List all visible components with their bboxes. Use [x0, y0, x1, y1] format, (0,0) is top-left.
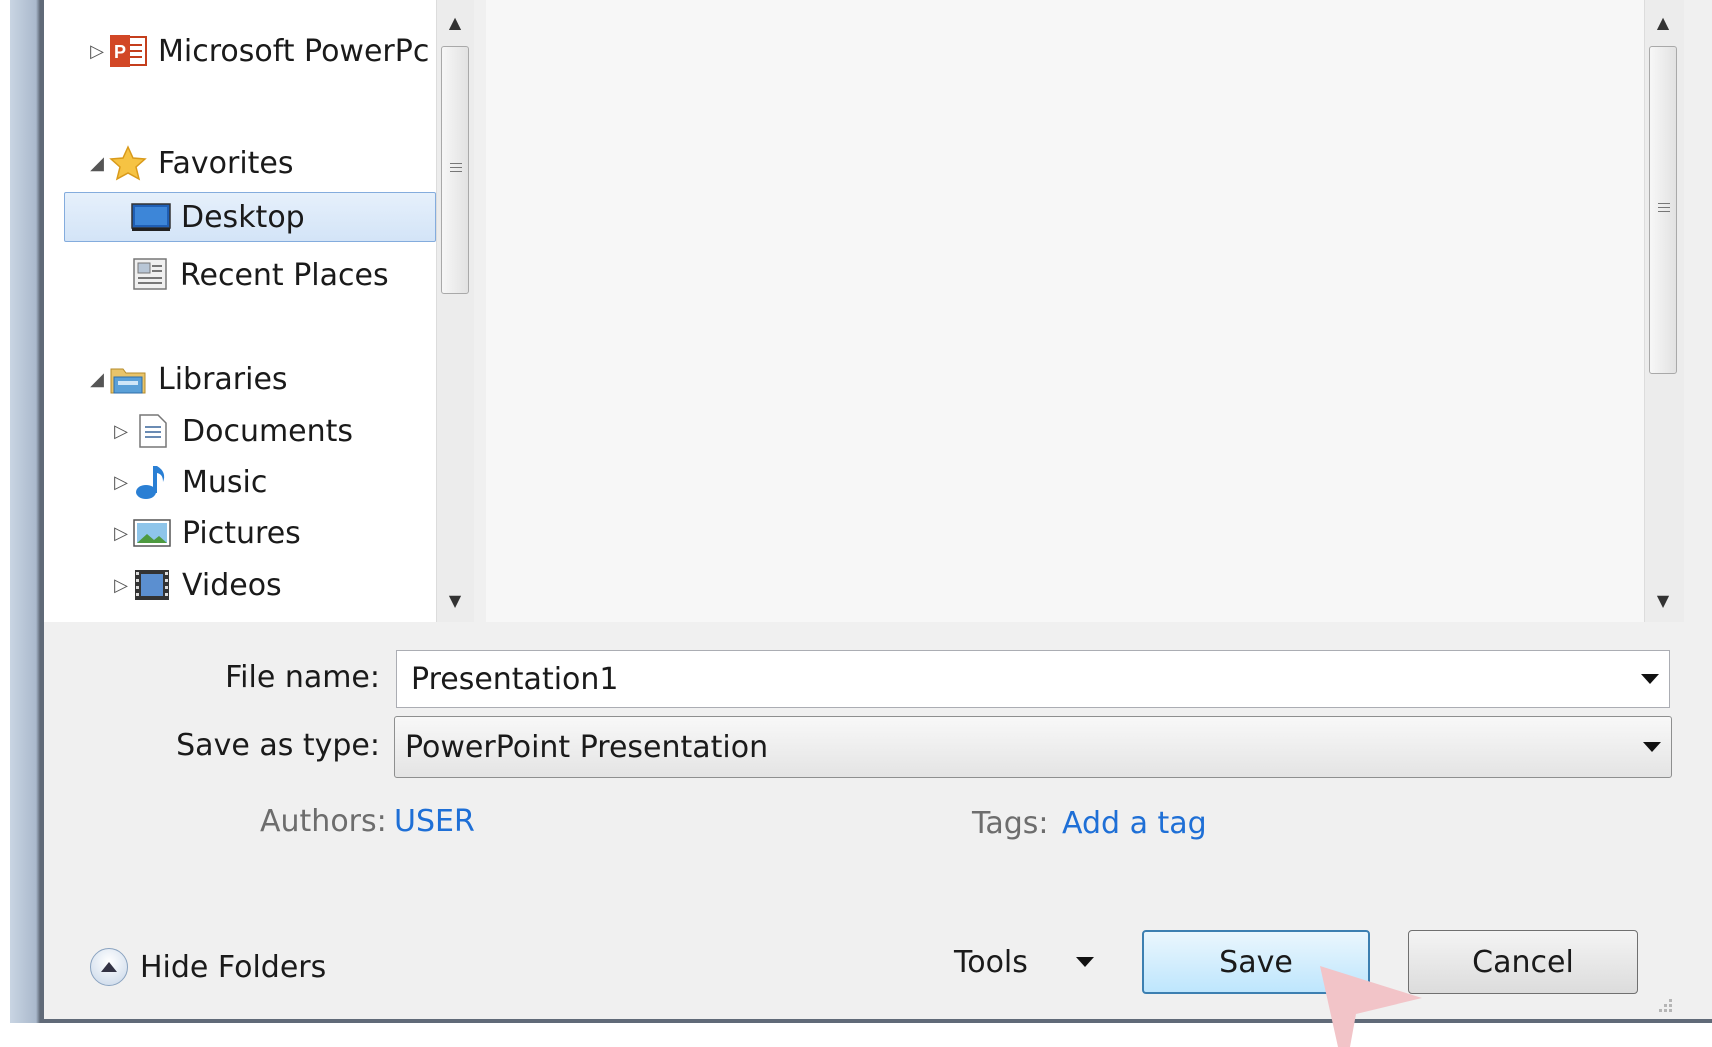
- nav-item-desktop[interactable]: Desktop: [64, 192, 436, 242]
- scroll-up-icon[interactable]: ▲: [437, 4, 473, 40]
- star-icon: [108, 145, 148, 181]
- nav-item-label: Documents: [182, 413, 354, 449]
- grip-icon: [1658, 203, 1670, 215]
- chevron-down-icon[interactable]: [1641, 674, 1659, 684]
- scrollbar-thumb[interactable]: [441, 46, 469, 294]
- hide-folders-button[interactable]: Hide Folders: [90, 948, 326, 986]
- expand-arrow-icon[interactable]: ▷: [110, 421, 132, 442]
- svg-text:P: P: [114, 42, 126, 62]
- expand-arrow-icon[interactable]: ▷: [110, 472, 132, 493]
- nav-item-powerpoint[interactable]: ▷ P Microsoft PowerPc: [86, 26, 429, 76]
- window-frame-left: [0, 0, 44, 1047]
- videos-icon: [132, 568, 172, 602]
- navigation-pane: ▷ P Microsoft PowerPc ◢ Favorites Deskto…: [44, 0, 436, 622]
- file-name-value[interactable]: Presentation1: [397, 662, 619, 697]
- expand-arrow-icon[interactable]: ▷: [110, 523, 132, 544]
- scroll-down-icon[interactable]: ▼: [1645, 582, 1681, 618]
- pointer-annotation-icon: [1320, 966, 1422, 1047]
- scrollbar-thumb[interactable]: [1649, 46, 1677, 374]
- nav-item-pictures[interactable]: ▷ Pictures: [110, 508, 301, 558]
- window-frame-bottom: [0, 1023, 1712, 1047]
- nav-item-label: Microsoft PowerPc: [158, 33, 430, 69]
- nav-item-recent-places[interactable]: Recent Places: [130, 250, 389, 300]
- tools-label: Tools: [954, 944, 1028, 980]
- nav-item-documents[interactable]: ▷ Documents: [110, 406, 353, 456]
- scroll-up-icon[interactable]: ▲: [1645, 4, 1681, 40]
- expand-arrow-icon[interactable]: ▷: [86, 41, 108, 62]
- file-name-label: File name:: [225, 660, 380, 695]
- nav-item-label: Music: [182, 464, 268, 500]
- save-type-label: Save as type:: [176, 728, 380, 763]
- navigation-scrollbar[interactable]: ▲ ▼: [436, 0, 474, 622]
- powerpoint-icon: P: [108, 34, 148, 68]
- nav-item-label: Desktop: [181, 199, 305, 235]
- libraries-icon: [108, 362, 148, 396]
- file-list-scrollbar[interactable]: ▲ ▼: [1644, 0, 1684, 622]
- resize-grip-icon[interactable]: [1654, 996, 1674, 1016]
- music-icon: [132, 465, 172, 499]
- file-list-pane[interactable]: [486, 0, 1644, 622]
- nav-item-label: Libraries: [158, 361, 288, 397]
- chevron-down-icon: [1075, 957, 1094, 967]
- cancel-button[interactable]: Cancel: [1408, 930, 1638, 994]
- nav-item-label: Videos: [182, 567, 282, 603]
- recent-places-icon: [130, 258, 170, 292]
- save-type-value: PowerPoint Presentation: [405, 729, 769, 765]
- cancel-button-label: Cancel: [1472, 944, 1574, 980]
- authors-value[interactable]: USER: [394, 804, 475, 839]
- tools-menu-button[interactable]: Tools: [954, 938, 1094, 986]
- hide-folders-label: Hide Folders: [140, 949, 327, 985]
- file-name-field[interactable]: Presentation1: [396, 650, 1670, 708]
- nav-item-label: Favorites: [158, 145, 294, 181]
- tags-value[interactable]: Add a tag: [1062, 806, 1207, 841]
- grip-icon: [450, 163, 462, 175]
- collapse-arrow-icon[interactable]: ◢: [86, 153, 108, 174]
- save-button-label: Save: [1219, 944, 1293, 980]
- tags-label: Tags:: [972, 806, 1049, 841]
- documents-icon: [132, 414, 172, 448]
- chevron-down-icon[interactable]: [1643, 742, 1661, 752]
- nav-item-music[interactable]: ▷ Music: [110, 457, 267, 507]
- save-type-select[interactable]: PowerPoint Presentation: [394, 716, 1672, 778]
- expand-arrow-icon[interactable]: ▷: [110, 575, 132, 596]
- scroll-down-icon[interactable]: ▼: [437, 582, 473, 618]
- authors-label: Authors:: [260, 804, 387, 839]
- chevron-up-icon: [90, 948, 128, 986]
- desktop-icon: [131, 200, 171, 234]
- nav-item-libraries[interactable]: ◢ Libraries: [86, 354, 288, 404]
- nav-item-videos[interactable]: ▷ Videos: [110, 560, 282, 610]
- collapse-arrow-icon[interactable]: ◢: [86, 369, 108, 390]
- nav-item-favorites[interactable]: ◢ Favorites: [86, 138, 294, 188]
- nav-item-label: Recent Places: [180, 257, 389, 293]
- nav-item-label: Pictures: [182, 515, 301, 551]
- pictures-icon: [132, 516, 172, 550]
